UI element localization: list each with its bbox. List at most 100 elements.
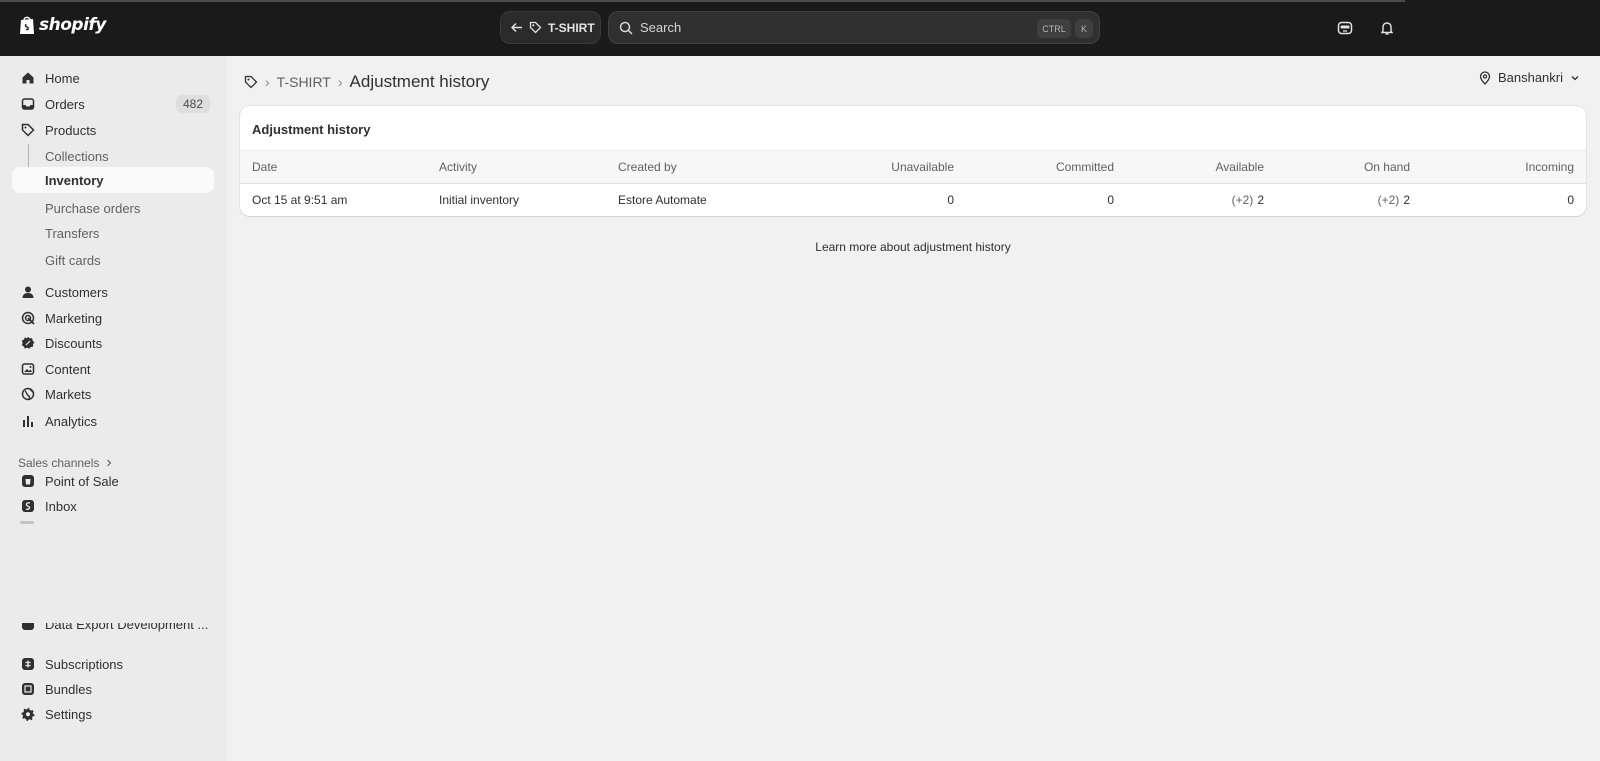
discount-icon (21, 336, 35, 350)
app-icon (21, 623, 35, 631)
on-hand-delta: (+2) (1377, 193, 1400, 207)
location-selector[interactable]: Banshankri (1479, 70, 1580, 85)
available-value: 2 (1257, 193, 1264, 207)
sidebar-item-label: Bundles (45, 681, 92, 697)
ctrl-key-hint: CTRL (1037, 19, 1071, 38)
location-pin-icon (1479, 70, 1491, 85)
k-key-hint: K (1075, 19, 1093, 38)
sidebar-item-label: Settings (45, 706, 92, 722)
top-bar: shopify T-SHIRT Search CTRL K (0, 0, 1600, 56)
sidebar-item-bundles[interactable]: Bundles (12, 676, 214, 702)
table-header: Date Activity Created by Unavailable Com… (240, 150, 1586, 184)
search-icon (619, 21, 633, 35)
chevron-right-icon (107, 459, 112, 467)
subscriptions-app-icon (21, 657, 35, 671)
inbox-app-icon (21, 499, 35, 513)
learn-more-link[interactable]: Learn more about adjustment history (226, 240, 1600, 254)
learn-more-text[interactable]: Learn more about adjustment history (815, 240, 1010, 254)
breadcrumb-separator: › (337, 74, 343, 90)
target-icon (21, 311, 35, 325)
cell-on-hand: (+2) 2 (1378, 184, 1410, 216)
sidebar-item-products[interactable]: Products (12, 117, 214, 143)
shopify-bag-icon (20, 16, 34, 34)
breadcrumb-product-icon-link[interactable] (244, 75, 258, 89)
page-title: Adjustment history (349, 72, 490, 91)
bundles-app-icon (21, 682, 35, 696)
sidebar-item-settings[interactable]: Settings (12, 701, 214, 727)
column-header-created-by: Created by (618, 160, 677, 174)
sidebar-item-data-export[interactable]: Data Export Development ... (12, 623, 214, 637)
sidebar-item-label: Transfers (45, 225, 100, 241)
sidebar-item-purchase-orders[interactable]: Purchase orders (12, 195, 214, 221)
sidebar-item-collections[interactable]: Collections (12, 143, 214, 169)
breadcrumb-separator: › (265, 74, 270, 90)
sidebar-item-label: Discounts (45, 335, 103, 351)
sidebar-item-label: Gift cards (45, 252, 101, 268)
back-chip-label: T-SHIRT (548, 20, 595, 35)
adjustment-history-card: Adjustment history Date Activity Created… (240, 106, 1586, 216)
sidebar-item-content[interactable]: Content (12, 356, 214, 382)
breadcrumb: › T-SHIRT › Adjustment history (244, 72, 489, 92)
brand-wordmark: shopify (39, 15, 106, 35)
sidebar-item-label: Purchase orders (45, 200, 141, 216)
sidebar-item-discounts[interactable]: Discounts (12, 330, 214, 356)
sidebar-item-label: Orders (45, 96, 85, 112)
back-to-product-button[interactable]: T-SHIRT (500, 11, 601, 44)
column-header-activity: Activity (439, 160, 478, 174)
sidebar-item-inbox[interactable]: Inbox (12, 493, 214, 519)
sidebar-item-label: Collections (45, 148, 109, 164)
cell-created-by: Estore Automate (618, 193, 707, 207)
cell-incoming: 0 (1567, 193, 1574, 207)
arrow-left-icon (511, 23, 522, 32)
sidekick-icon (1337, 21, 1353, 35)
scroll-cut-indicator (20, 521, 34, 524)
sidebar-item-inventory[interactable]: Inventory (12, 167, 214, 193)
sidebar-item-transfers[interactable]: Transfers (12, 220, 214, 246)
sidebar-item-label: Subscriptions (45, 656, 124, 672)
sidebar-item-gift-cards[interactable]: Gift cards (12, 247, 214, 273)
sidebar-item-label: Home (45, 70, 80, 86)
location-name: Banshankri (1497, 70, 1563, 85)
sidebar-clipped-app-wrapper: Data Export Development ... (12, 623, 214, 637)
tag-icon (529, 21, 542, 34)
person-icon (21, 285, 35, 299)
pos-app-icon (21, 474, 35, 488)
search-bar[interactable]: Search CTRL K (608, 11, 1100, 44)
globe-icon (21, 387, 35, 401)
on-hand-value: 2 (1403, 193, 1410, 207)
sidebar-item-label: Point of Sale (45, 473, 119, 489)
sidebar-item-label: Analytics (45, 413, 98, 429)
search-placeholder: Search (640, 20, 682, 35)
cell-date: Oct 15 at 9:51 am (252, 193, 348, 207)
sidekick-button[interactable] (1333, 16, 1357, 40)
notifications-button[interactable] (1375, 16, 1399, 40)
cell-unavailable: 0 (947, 193, 954, 207)
card-title: Adjustment history (252, 122, 371, 137)
tag-icon (244, 75, 258, 89)
sidebar-item-customers[interactable]: Customers (12, 279, 214, 305)
sidebar-item-label: Content (45, 361, 91, 377)
sidebar-item-label: Data Export Development ... (45, 623, 209, 632)
home-icon (21, 71, 35, 85)
cell-activity: Initial inventory (439, 193, 520, 207)
shopify-logo[interactable]: shopify (18, 15, 106, 35)
sidebar: Home Orders 482 Products Collections Inv… (0, 56, 226, 761)
sidebar-item-point-of-sale[interactable]: Point of Sale (12, 468, 214, 494)
image-icon (21, 362, 35, 376)
sidebar-item-marketing[interactable]: Marketing (12, 305, 214, 331)
breadcrumb-product-link[interactable]: T-SHIRT (277, 74, 331, 90)
available-delta: (+2) (1231, 193, 1254, 207)
column-header-available: Available (1215, 160, 1264, 174)
column-header-on-hand: On hand (1363, 160, 1410, 174)
column-header-committed: Committed (1055, 160, 1114, 174)
sidebar-item-markets[interactable]: Markets (12, 381, 214, 407)
column-header-incoming: Incoming (1525, 160, 1574, 174)
main-content: › T-SHIRT › Adjustment history Banshankr… (226, 56, 1600, 761)
sidebar-item-analytics[interactable]: Analytics (12, 408, 214, 434)
sidebar-item-subscriptions[interactable]: Subscriptions (12, 651, 214, 677)
table-row: Oct 15 at 9:51 am Initial inventory Esto… (240, 184, 1586, 216)
orders-icon (21, 97, 35, 111)
column-header-date: Date (252, 160, 278, 174)
sidebar-item-home[interactable]: Home (12, 65, 214, 91)
sidebar-item-orders[interactable]: Orders 482 (12, 91, 214, 117)
